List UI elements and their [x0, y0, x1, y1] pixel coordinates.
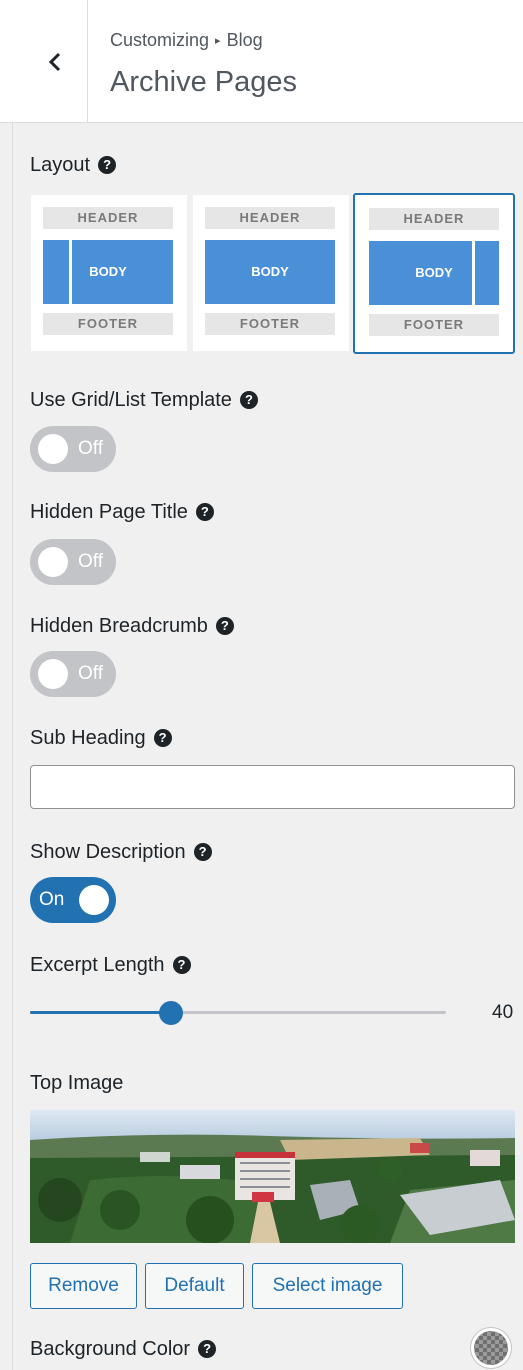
back-button[interactable]: [12, 0, 88, 122]
layout-footer-block: FOOTER: [369, 314, 499, 336]
background-color-label: Background Color?: [30, 1338, 217, 1361]
hidden-breadcrumb-toggle[interactable]: Off: [30, 651, 116, 697]
layout-option-right-sidebar[interactable]: HEADER BODY FOOTER: [353, 193, 515, 354]
select-image-button[interactable]: Select image: [252, 1263, 403, 1309]
hidden-page-title-toggle[interactable]: Off: [30, 539, 116, 585]
layout-label: Layout?: [30, 154, 117, 177]
help-icon[interactable]: ?: [172, 956, 191, 974]
excerpt-length-value: 40: [492, 1002, 514, 1023]
layout-header-block: HEADER: [43, 207, 173, 229]
help-icon[interactable]: ?: [215, 617, 234, 635]
toggle-state: Off: [78, 551, 103, 572]
grid-list-label-text: Use Grid/List Template: [30, 389, 232, 411]
toggle-knob: [38, 434, 68, 464]
panel-divider: [12, 122, 13, 1370]
excerpt-length-label-text: Excerpt Length: [30, 954, 165, 976]
help-icon[interactable]: ?: [153, 729, 172, 747]
help-icon[interactable]: ?: [98, 156, 117, 174]
layout-header-block: HEADER: [369, 208, 499, 230]
background-color-picker[interactable]: [470, 1327, 512, 1369]
layout-option-left-sidebar[interactable]: HEADER BODY FOOTER: [31, 195, 187, 351]
breadcrumb-parent: Customizing: [110, 30, 210, 50]
sub-heading-label-text: Sub Heading: [30, 727, 146, 749]
breadcrumb-separator-icon: ▸: [215, 35, 221, 47]
top-image-preview: [30, 1110, 515, 1243]
hidden-breadcrumb-label-text: Hidden Breadcrumb: [30, 615, 208, 637]
customizer-header: Customizing ▸ Blog Archive Pages: [0, 0, 523, 123]
layout-body-block: BODY: [205, 240, 335, 304]
grid-list-toggle[interactable]: Off: [30, 426, 116, 472]
background-color-label-text: Background Color: [30, 1338, 191, 1360]
default-button[interactable]: Default: [145, 1263, 244, 1309]
breadcrumb: Customizing ▸ Blog: [110, 30, 263, 51]
layout-body-block: BODY: [43, 240, 173, 304]
sub-heading-input[interactable]: [30, 765, 515, 809]
breadcrumb-child: Blog: [226, 30, 263, 50]
hidden-page-title-label: Hidden Page Title?: [30, 501, 214, 524]
show-description-label: Show Description?: [30, 841, 212, 864]
layout-body-block: BODY: [369, 241, 499, 305]
help-icon[interactable]: ?: [193, 843, 212, 861]
layout-sidebar-divider: [472, 241, 475, 305]
sub-heading-label: Sub Heading?: [30, 727, 172, 750]
toggle-state: Off: [78, 663, 103, 684]
hidden-breadcrumb-label: Hidden Breadcrumb?: [30, 615, 234, 638]
toggle-knob: [79, 885, 109, 915]
transparent-checker-icon: [474, 1331, 508, 1365]
page-title: Archive Pages: [110, 66, 297, 98]
layout-footer-block: FOOTER: [205, 313, 335, 335]
layout-header-block: HEADER: [205, 207, 335, 229]
remove-button[interactable]: Remove: [30, 1263, 137, 1309]
chevron-left-icon: [48, 52, 61, 72]
show-description-label-text: Show Description: [30, 841, 186, 863]
layout-footer-block: FOOTER: [43, 313, 173, 335]
toggle-knob: [38, 659, 68, 689]
show-description-toggle[interactable]: On: [30, 877, 116, 923]
help-icon[interactable]: ?: [195, 503, 214, 521]
slider-fill: [30, 1011, 172, 1014]
help-icon[interactable]: ?: [198, 1340, 217, 1358]
toggle-state: On: [39, 889, 65, 910]
layout-option-no-sidebar[interactable]: HEADER BODY FOOTER: [193, 195, 349, 351]
excerpt-length-slider[interactable]: [30, 1001, 446, 1025]
hidden-page-title-label-text: Hidden Page Title: [30, 501, 188, 523]
help-icon[interactable]: ?: [239, 391, 258, 409]
top-image-label: Top Image: [30, 1072, 124, 1094]
layout-sidebar-divider: [69, 240, 72, 304]
layout-label-text: Layout: [30, 154, 91, 176]
toggle-state: Off: [78, 438, 103, 459]
grid-list-label: Use Grid/List Template?: [30, 389, 258, 412]
campus-aerial-image: [30, 1110, 515, 1243]
toggle-knob: [38, 547, 68, 577]
excerpt-length-label: Excerpt Length?: [30, 954, 191, 977]
slider-thumb[interactable]: [159, 1001, 184, 1025]
